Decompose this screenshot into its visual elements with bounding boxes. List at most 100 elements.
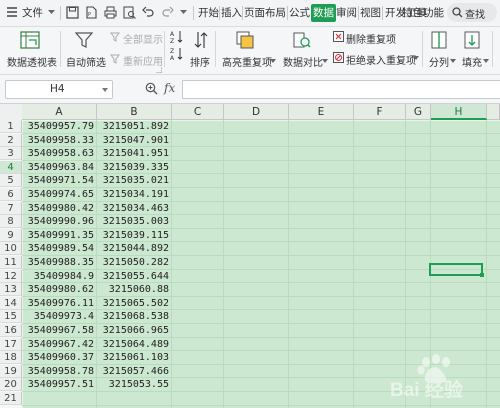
spreadsheet-grid[interactable]: ABCDEFGH 1 2 3 4 5 6 7 8 9 10 11 12 13 14 15 16 17 18 19 20… [0, 104, 500, 408]
print-icon[interactable] [104, 6, 117, 19]
formula-input[interactable] [182, 80, 500, 99]
autofilter-button[interactable]: 自动筛选 [66, 54, 106, 69]
print-preview-icon[interactable] [123, 6, 136, 19]
cell-b18[interactable]: 3215061.103 [97, 351, 169, 364]
cell-a2[interactable]: 35409958.33 [22, 134, 94, 147]
row-header-6[interactable]: 6 [0, 188, 22, 201]
filter-options-icon[interactable] [156, 67, 162, 73]
cell-a7[interactable]: 35409980.42 [22, 202, 94, 215]
tab-data[interactable]: 数据 [311, 4, 336, 22]
row-header-2[interactable]: 2 [0, 133, 22, 147]
cell-b20[interactable]: 3215053.55 [97, 378, 169, 391]
row-header-10[interactable]: 10 [0, 242, 22, 256]
cell-a4[interactable]: 35409963.84 [22, 161, 94, 174]
row-header-11[interactable]: 11 [0, 256, 22, 269]
highlight-duplicates-icon[interactable] [236, 31, 254, 49]
column-header-g[interactable]: G [406, 104, 431, 120]
tab-home[interactable]: 开始 [198, 4, 219, 22]
remove-duplicates-button[interactable]: 删除重复项 [346, 31, 396, 46]
reject-duplicates-button[interactable]: 拒绝录入重复项 [346, 52, 416, 67]
cell-a1[interactable]: 35409957.79 [22, 120, 94, 133]
zoom-search-icon[interactable] [145, 82, 158, 95]
chevron-down-icon[interactable] [270, 59, 276, 63]
highlight-duplicates-button[interactable]: 高亮重复项 [222, 54, 272, 69]
column-header-c[interactable]: C [172, 104, 224, 120]
row-header-16[interactable]: 16 [0, 324, 22, 337]
cell-a14[interactable]: 35409976.11 [22, 297, 94, 310]
name-box[interactable]: H4 [5, 80, 113, 99]
cell-a18[interactable]: 35409960.37 [22, 351, 94, 364]
chevron-down-icon[interactable] [102, 88, 108, 92]
data-compare-button[interactable]: 数据对比 [283, 54, 323, 69]
cell-b11[interactable]: 3215050.282 [97, 256, 169, 269]
hamburger-icon[interactable] [6, 6, 18, 18]
redo-icon[interactable] [161, 6, 174, 19]
tab-page-layout[interactable]: 页面布局 [244, 4, 286, 22]
cell-a5[interactable]: 35409971.54 [22, 174, 94, 187]
pivot-table-button[interactable]: 数据透视表 [7, 54, 57, 69]
row-header-5[interactable]: 5 [0, 174, 22, 188]
save-icon[interactable] [66, 6, 79, 19]
row-header-18[interactable]: 18 [0, 351, 22, 365]
quick-access-more-icon[interactable] [180, 10, 187, 15]
cell-a20[interactable]: 35409957.51 [22, 378, 94, 391]
cell-b14[interactable]: 3215065.502 [97, 297, 169, 310]
cell-b1[interactable]: 3215051.892 [97, 120, 169, 133]
chevron-down-icon[interactable] [450, 59, 456, 63]
cell-b15[interactable]: 3215068.538 [97, 310, 169, 323]
row-header-4[interactable]: 4 [0, 160, 22, 174]
column-header-f[interactable]: F [354, 104, 406, 120]
data-compare-icon[interactable] [293, 31, 311, 49]
column-header-b[interactable]: B [97, 104, 172, 120]
tab-formulas[interactable]: 公式 [289, 4, 310, 22]
pivot-table-icon[interactable] [20, 31, 40, 49]
cell-b7[interactable]: 3215034.463 [97, 202, 169, 215]
tab-insert[interactable]: 插入 [221, 4, 242, 22]
row-header-14[interactable]: 14 [0, 296, 22, 310]
fill-button[interactable]: 填充 [462, 54, 482, 69]
cell-b19[interactable]: 3215057.466 [97, 365, 169, 378]
row-header-1[interactable]: 1 [0, 120, 22, 133]
row-header-3[interactable]: 3 [0, 147, 22, 161]
cell-a21[interactable] [22, 392, 94, 405]
cell-a9[interactable]: 35409991.35 [22, 229, 94, 242]
cell-b5[interactable]: 3215035.021 [97, 174, 169, 187]
row-header-15[interactable]: 15 [0, 310, 22, 324]
sort-button[interactable]: 排序 [190, 54, 210, 69]
cell-a3[interactable]: 35409958.63 [22, 147, 94, 160]
cell-b3[interactable]: 3215041.951 [97, 147, 169, 160]
row-header-19[interactable]: 19 [0, 364, 22, 378]
column-header-i[interactable] [487, 104, 500, 120]
search-box[interactable]: 查找 [447, 3, 497, 22]
export-pdf-icon[interactable]: P [85, 6, 98, 19]
undo-icon[interactable] [142, 6, 155, 19]
tab-view[interactable]: 视图 [360, 4, 381, 22]
column-header-e[interactable]: E [289, 104, 354, 120]
cell-a15[interactable]: 35409973.4 [22, 310, 94, 323]
row-header-9[interactable]: 9 [0, 228, 22, 242]
column-header-d[interactable]: D [224, 104, 289, 120]
cell-b6[interactable]: 3215034.191 [97, 188, 169, 201]
sort-ascending-icon[interactable]: AZ [170, 30, 184, 44]
show-all-button[interactable]: 全部显示 [123, 31, 163, 46]
cell-b8[interactable]: 3215035.003 [97, 215, 169, 228]
chevron-down-icon[interactable] [413, 56, 419, 60]
tab-special[interactable]: 特色功能 [402, 4, 444, 22]
cell-b4[interactable]: 3215039.335 [97, 161, 169, 174]
cell-b16[interactable]: 3215066.965 [97, 324, 169, 337]
cell-b13[interactable]: 3215060.88 [97, 283, 169, 296]
cell-a10[interactable]: 35409989.54 [22, 242, 94, 255]
row-header-7[interactable]: 7 [0, 201, 22, 215]
fill-icon[interactable] [464, 31, 480, 49]
sort-icon[interactable] [194, 31, 208, 49]
cell-a8[interactable]: 35409990.96 [22, 215, 94, 228]
cell-b21[interactable] [97, 392, 169, 405]
row-header-8[interactable]: 8 [0, 215, 22, 229]
row-header-20[interactable]: 20 [0, 378, 22, 392]
cell-b17[interactable]: 3215064.489 [97, 338, 169, 351]
column-header-h[interactable]: H [431, 104, 487, 120]
chevron-down-icon[interactable] [48, 10, 55, 15]
cell-b9[interactable]: 3215039.115 [97, 229, 169, 242]
row-header-21[interactable]: 21 [0, 392, 22, 405]
row-header-17[interactable]: 17 [0, 337, 22, 351]
